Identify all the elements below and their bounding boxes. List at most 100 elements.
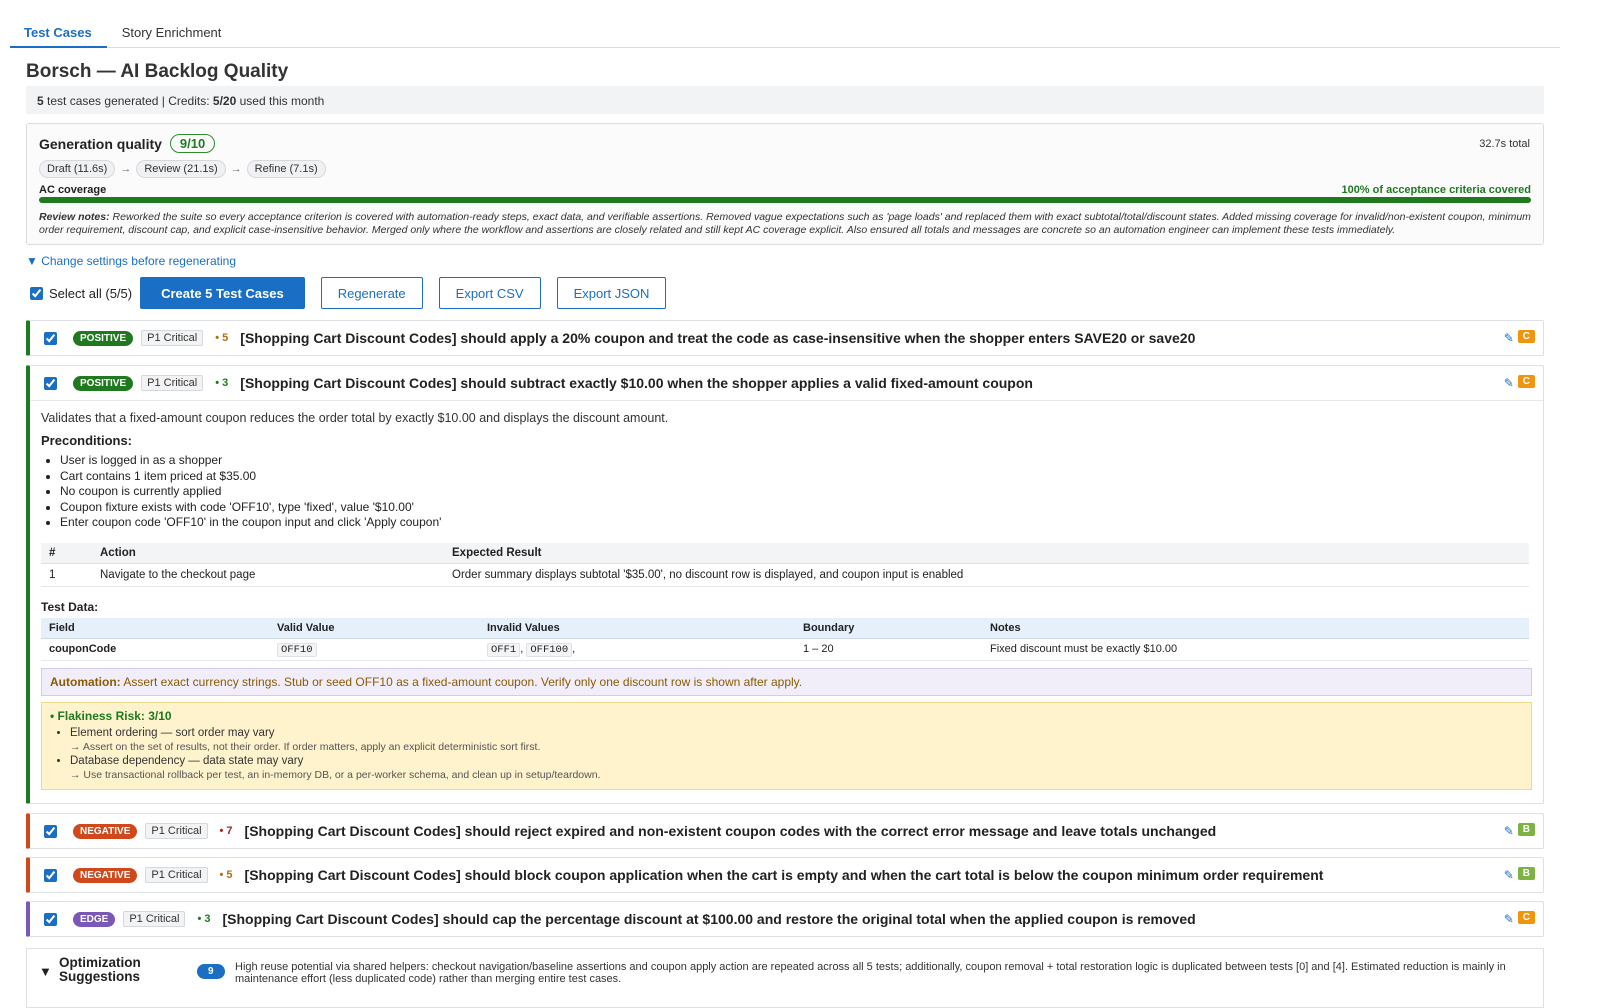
ac-coverage-bar <box>39 197 1531 203</box>
regenerate-button[interactable]: Regenerate <box>320 277 423 309</box>
test-case-card-expanded: POSITIVE P1 Critical • 3 [Shopping Cart … <box>26 365 1544 804</box>
automation-text: Assert exact currency strings. Stub or s… <box>123 674 803 689</box>
create-test-cases-button[interactable]: Create 5 Test Cases <box>140 277 305 309</box>
test-data-header-field: Field <box>41 617 269 639</box>
test-case-header[interactable]: NEGATIVE P1 Critical • 7 [Shopping Cart … <box>30 814 1543 848</box>
credits-value: 5/20 <box>212 94 237 108</box>
pencil-icon[interactable]: ✎ <box>1504 868 1514 882</box>
test-case-card: EDGE P1 Critical • 3 [Shopping Cart Disc… <box>26 901 1544 937</box>
test-case-header[interactable]: EDGE P1 Critical • 3 [Shopping Cart Disc… <box>30 902 1543 936</box>
test-data-header-invalid: Invalid Values <box>479 617 795 639</box>
test-case-title: [Shopping Cart Discount Codes] should bl… <box>244 867 1324 883</box>
test-data-table: Field Valid Value Invalid Values Boundar… <box>41 617 1529 661</box>
pencil-icon[interactable]: ✎ <box>1504 331 1514 345</box>
generated-text: test cases generated | Credits: <box>47 94 210 108</box>
quality-score: • 7 <box>219 825 233 837</box>
page-title: Borsch — AI Backlog Quality <box>26 61 289 82</box>
test-case-details: Validates that a fixed-amount coupon red… <box>30 400 1543 800</box>
steps-table: # Action Expected Result 1 Navigate to t… <box>41 542 1529 587</box>
export-csv-button[interactable]: Export CSV <box>438 277 541 309</box>
flakiness-panel: • Flakiness Risk: 3/10 Element ordering … <box>41 701 1532 790</box>
pencil-icon[interactable]: ✎ <box>1504 912 1514 926</box>
credits-suffix: used this month <box>239 94 325 108</box>
test-case-title: [Shopping Cart Discount Codes] should su… <box>240 375 1033 391</box>
valid-value-code: OFF10 <box>277 642 317 657</box>
review-notes: Review notes: Reworked the suite so ever… <box>39 211 1531 237</box>
priority-badge: P1 Critical <box>145 823 208 839</box>
pencil-icon[interactable]: ✎ <box>1504 824 1514 838</box>
table-row: 1 Navigate to the checkout page Order su… <box>41 563 1529 587</box>
tab-test-cases[interactable]: Test Cases <box>10 16 107 48</box>
review-notes-label: Review notes: <box>39 211 110 223</box>
summary-bar: 5 test cases generated | Credits: 5/20 u… <box>26 86 1544 114</box>
test-case-title: [Shopping Cart Discount Codes] should ap… <box>240 330 1196 346</box>
triangle-down-icon[interactable]: ▼ <box>39 964 52 979</box>
precondition-item: User is logged in as a shopper <box>60 453 1532 469</box>
flakiness-title: • Flakiness Risk: 3/10 <box>50 708 172 723</box>
test-case-title: [Shopping Cart Discount Codes] should ca… <box>222 911 1196 927</box>
test-case-header[interactable]: NEGATIVE P1 Critical • 5 [Shopping Cart … <box>30 858 1543 892</box>
flakiness-advice: → Assert on the set of results, not thei… <box>70 740 541 753</box>
test-case-checkbox[interactable] <box>44 824 57 838</box>
precondition-item: Coupon fixture exists with code 'OFF10',… <box>60 500 1532 516</box>
type-badge: POSITIVE <box>73 330 134 346</box>
action-row: Select all (5/5) Create 5 Test Cases Reg… <box>30 277 682 309</box>
test-case-card: NEGATIVE P1 Critical • 7 [Shopping Cart … <box>26 813 1544 849</box>
pipeline-stages: Draft (11.6s) → Review (21.1s) → Refine … <box>39 160 1531 178</box>
generation-quality-heading: Generation quality 9/10 <box>39 134 1531 153</box>
change-settings-toggle[interactable]: ▼ Change settings before regenerating <box>26 254 236 268</box>
stage-review: Review (21.1s) <box>136 160 226 178</box>
test-case-checkbox[interactable] <box>44 331 57 345</box>
preconditions-list: User is logged in as a shopper Cart cont… <box>60 453 1532 531</box>
step-expected: Order summary displays subtotal '$35.00'… <box>444 563 1529 587</box>
test-case-card: NEGATIVE P1 Critical • 5 [Shopping Cart … <box>26 857 1544 893</box>
step-number: 1 <box>41 563 92 587</box>
tab-story-enrichment[interactable]: Story Enrichment <box>107 16 237 48</box>
test-case-checkbox[interactable] <box>44 376 57 390</box>
flakiness-advice: → Use transactional rollback per test, a… <box>70 768 601 781</box>
optimization-title: Optimization Suggestions <box>59 955 141 984</box>
generated-count: 5 <box>37 94 44 108</box>
test-case-tools: ✎ C <box>1504 908 1535 926</box>
test-case-checkbox[interactable] <box>44 912 57 926</box>
test-case-title: [Shopping Cart Discount Codes] should re… <box>244 823 1217 839</box>
quality-score-badge: 9/10 <box>169 134 216 153</box>
export-json-button[interactable]: Export JSON <box>556 277 667 309</box>
quality-score: • 5 <box>219 869 233 881</box>
quality-score: • 5 <box>215 332 229 344</box>
flakiness-item: Database dependency — data state may var… <box>70 755 1523 781</box>
generation-quality-title: Generation quality <box>39 135 162 152</box>
precondition-item: Cart contains 1 item priced at $35.00 <box>60 469 1532 485</box>
preconditions-heading: Preconditions: <box>41 433 133 448</box>
total-time: 32.7s total <box>1479 138 1530 150</box>
invalid-value-code: OFF1 <box>487 642 521 657</box>
step-action: Navigate to the checkout page <box>92 563 444 587</box>
select-all[interactable]: Select all (5/5) <box>30 286 132 301</box>
test-case-description: Validates that a fixed-amount coupon red… <box>41 411 669 425</box>
test-case-checkbox[interactable] <box>44 868 57 882</box>
test-case-header[interactable]: POSITIVE P1 Critical • 5 [Shopping Cart … <box>30 321 1543 355</box>
ac-coverage-value: 100% of acceptance criteria covered <box>1341 184 1531 196</box>
quality-score: • 3 <box>197 913 211 925</box>
optimization-suggestions[interactable]: ▼ Optimization Suggestions 9 High reuse … <box>26 948 1544 1008</box>
invalid-value-code: OFF100 <box>526 642 573 657</box>
grade-badge: B <box>1517 822 1535 836</box>
type-badge: NEGATIVE <box>73 867 138 883</box>
ac-coverage-label: AC coverage <box>39 184 107 196</box>
select-all-label: Select all (5/5) <box>49 285 133 301</box>
tab-bar: Test Cases Story Enrichment <box>10 16 1560 48</box>
select-all-checkbox[interactable] <box>30 286 43 300</box>
grade-badge: C <box>1517 329 1535 343</box>
flakiness-item: Element ordering — sort order may vary →… <box>70 727 1523 753</box>
priority-badge: P1 Critical <box>141 375 204 391</box>
flakiness-risk: Element ordering — sort order may vary <box>70 726 275 739</box>
test-data-valid: OFF10 <box>269 638 479 661</box>
test-case-header[interactable]: POSITIVE P1 Critical • 3 [Shopping Cart … <box>30 366 1543 400</box>
table-row: couponCode OFF10 OFF1, OFF100, 1 – 20 Fi… <box>41 638 1529 661</box>
grade-badge: B <box>1517 866 1535 880</box>
arrow-right-icon: → <box>230 163 242 175</box>
test-data-notes: Fixed discount must be exactly $10.00 <box>982 638 1529 661</box>
priority-badge: P1 Critical <box>141 330 204 346</box>
test-data-header-notes: Notes <box>982 617 1529 639</box>
pencil-icon[interactable]: ✎ <box>1504 376 1514 390</box>
